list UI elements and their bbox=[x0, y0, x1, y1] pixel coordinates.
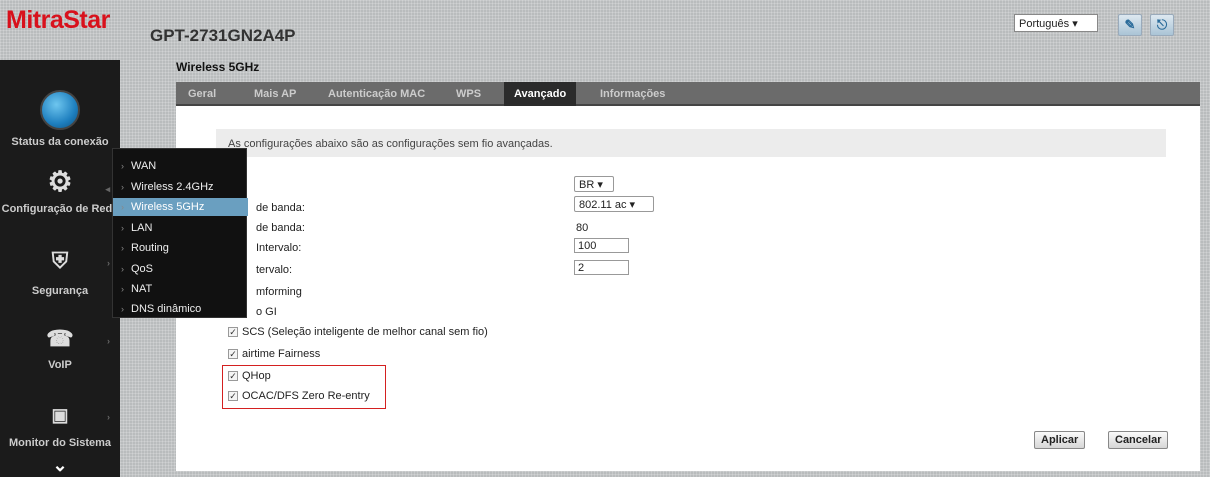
tab-avancado[interactable]: Avançado bbox=[504, 82, 577, 106]
tab-wps[interactable]: WPS bbox=[446, 82, 491, 106]
sidebar-item-voip[interactable]: ☎ VoIP › bbox=[0, 328, 120, 371]
chevron-right-icon: › bbox=[107, 412, 110, 422]
beamforming-label: mforming bbox=[256, 286, 302, 298]
monitor-icon: ▣ bbox=[51, 405, 69, 425]
highlight-box bbox=[222, 365, 386, 409]
flyout-item-lan[interactable]: LAN bbox=[113, 219, 248, 237]
language-select[interactable]: Português ▾ bbox=[1014, 14, 1098, 32]
sidebar-item-label: Segurança bbox=[31, 285, 89, 297]
phone-icon: ☎ bbox=[46, 326, 74, 351]
dtim-interval-input[interactable]: 2 bbox=[574, 260, 629, 275]
cancel-button[interactable]: Cancelar bbox=[1108, 431, 1169, 449]
chevron-right-icon: › bbox=[107, 258, 110, 268]
tab-mais-ap[interactable]: Mais AP bbox=[244, 82, 306, 106]
header: MitraStar GPT-2731GN2A4P Português ▾ ✎ ⎋ bbox=[0, 0, 1210, 60]
flyout-item-qos[interactable]: QoS bbox=[113, 260, 248, 278]
shield-icon: ⛨ bbox=[51, 248, 69, 273]
sidebar-item-network-config[interactable]: ⚙ Configuração de Rede ◂ bbox=[0, 168, 120, 215]
tab-autenticacao-mac[interactable]: Autenticação MAC bbox=[318, 82, 435, 106]
bandwidth-value: 80 bbox=[576, 222, 589, 234]
info-message: As configurações abaixo são as configura… bbox=[216, 129, 1166, 157]
flyout-item-wireless-5[interactable]: Wireless 5GHz bbox=[113, 198, 248, 216]
sidebar: Status da conexão ⚙ Configuração de Rede… bbox=[0, 60, 120, 477]
sidebar-item-label: Status da conexão bbox=[11, 136, 109, 148]
apply-button[interactable]: Aplicar bbox=[1034, 431, 1086, 449]
airtime-fairness-option[interactable]: ✓ airtime Fairness bbox=[228, 348, 320, 360]
flyout-item-routing[interactable]: Routing bbox=[113, 239, 248, 257]
beacon-interval-label: Intervalo: bbox=[256, 242, 302, 254]
dtim-interval-label: tervalo: bbox=[256, 264, 293, 276]
model-name: GPT-2731GN2A4P bbox=[150, 26, 296, 45]
beacon-interval-input[interactable]: 100 bbox=[574, 238, 629, 253]
guard-interval-label: o GI bbox=[256, 306, 277, 318]
logout-icon[interactable]: ⎋ bbox=[1150, 14, 1174, 36]
page-title: Wireless 5GHz bbox=[176, 60, 260, 74]
gears-icon: ⚙ bbox=[47, 166, 73, 197]
bandwidth-label: de banda: bbox=[256, 222, 305, 234]
globe-icon bbox=[40, 90, 80, 130]
sidebar-item-security[interactable]: ⛨ Segurança › bbox=[0, 250, 120, 297]
scs-label: SCS (Seleção inteligente de melhor canal… bbox=[242, 326, 488, 338]
flyout-item-wan[interactable]: WAN bbox=[113, 157, 248, 175]
settings-panel: As configurações abaixo são as configura… bbox=[176, 106, 1200, 471]
scs-option[interactable]: ✓ SCS (Seleção inteligente de melhor can… bbox=[228, 326, 488, 338]
wizard-icon[interactable]: ✎ bbox=[1118, 14, 1142, 36]
flyout-item-wireless-24[interactable]: Wireless 2.4GHz bbox=[113, 178, 248, 196]
sidebar-item-system-monitor[interactable]: ▣ Monitor do Sistema › bbox=[0, 406, 120, 449]
sidebar-item-label: Configuração de Rede bbox=[1, 203, 119, 215]
airtime-fairness-label: airtime Fairness bbox=[242, 348, 321, 360]
flyout-item-dns-dinamico[interactable]: DNS dinâmico bbox=[113, 300, 248, 318]
sidebar-item-label: VoIP bbox=[48, 359, 72, 371]
sidebar-item-label: Monitor do Sistema bbox=[8, 437, 112, 449]
chevron-left-icon: ◂ bbox=[105, 184, 110, 194]
brand-logo: MitraStar bbox=[6, 6, 110, 34]
check-icon[interactable]: ✓ bbox=[228, 349, 238, 359]
band-label: de banda: bbox=[256, 202, 305, 214]
sidebar-item-status[interactable]: Status da conexão bbox=[0, 90, 120, 148]
check-icon[interactable]: ✓ bbox=[228, 327, 238, 337]
flyout-item-nat[interactable]: NAT bbox=[113, 280, 248, 298]
band-select[interactable]: 802.11 ac ▾ bbox=[574, 196, 654, 212]
tab-informacoes[interactable]: Informações bbox=[590, 82, 675, 106]
country-select[interactable]: BR ▾ bbox=[574, 176, 614, 192]
tab-geral[interactable]: Geral bbox=[178, 82, 226, 106]
network-config-flyout: WAN Wireless 2.4GHz Wireless 5GHz LAN Ro… bbox=[112, 148, 248, 318]
chevron-right-icon: › bbox=[107, 336, 110, 346]
tab-bar: Geral Mais AP Autenticação MAC WPS Avanç… bbox=[176, 82, 1200, 106]
chevron-down-icon[interactable]: ⌄ bbox=[0, 456, 120, 474]
